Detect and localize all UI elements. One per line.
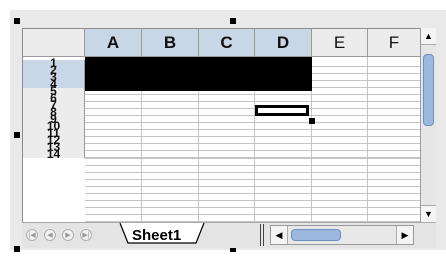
row-gridline	[85, 193, 421, 194]
sheet-tab[interactable]: Sheet1	[118, 223, 208, 247]
autofill-handle[interactable]	[309, 118, 315, 124]
vertical-scrollbar[interactable]: ▲ ▼	[420, 28, 436, 222]
column-gridline	[367, 57, 368, 223]
vertical-scroll-thumb[interactable]	[423, 54, 434, 126]
row-gridline	[85, 136, 421, 137]
row-gridline	[85, 108, 421, 109]
column-header-e[interactable]: E	[312, 29, 368, 57]
row-gridline	[85, 158, 421, 159]
arrow-right-icon[interactable]: ▶	[396, 226, 413, 244]
arrow-up-icon[interactable]: ▲	[421, 28, 436, 45]
sheet-tab-bar: |◀ ◀ ▶ ▶| Sheet1 ◀ ▶	[22, 222, 436, 248]
column-header-b[interactable]: B	[142, 29, 199, 57]
column-header-f[interactable]: F	[368, 29, 421, 57]
row-gridline	[85, 200, 421, 201]
arrow-down-icon[interactable]: ▼	[421, 205, 436, 222]
row-gridline	[85, 129, 421, 130]
resize-handle-top-left[interactable]	[14, 18, 20, 24]
column-header-d[interactable]: D	[255, 29, 312, 57]
row-gridline	[85, 143, 421, 144]
row-gridline	[85, 172, 421, 173]
column-header-a[interactable]: A	[85, 29, 142, 57]
row-gridline	[85, 214, 421, 215]
first-sheet-icon[interactable]: |◀	[26, 229, 38, 241]
resize-handle-left[interactable]	[14, 132, 20, 138]
prev-sheet-icon[interactable]: ◀	[44, 229, 56, 241]
row-gridline	[85, 115, 421, 116]
resize-handle-bottom-left[interactable]	[14, 246, 20, 252]
row-gridline	[85, 101, 421, 102]
horizontal-scroll-thumb[interactable]	[291, 229, 341, 241]
arrow-left-icon[interactable]: ◀	[271, 226, 288, 244]
row-header-14[interactable]: 14	[23, 148, 85, 160]
sheet-tab-label: Sheet1	[132, 227, 182, 244]
horizontal-scrollbar[interactable]: ◀ ▶	[270, 225, 414, 245]
row-gridline	[85, 207, 421, 208]
last-sheet-icon[interactable]: ▶|	[80, 229, 92, 241]
row-gridline	[85, 94, 421, 95]
select-all-corner[interactable]	[23, 29, 85, 57]
row-gridline	[85, 179, 421, 180]
selected-range[interactable]	[85, 57, 312, 91]
next-sheet-icon[interactable]: ▶	[62, 229, 74, 241]
cell-grid[interactable]: ABCDEF 1 2 3 4 5 6 7 8 9 10 11 12 13 14	[22, 28, 422, 224]
row-gridline	[85, 122, 421, 123]
tab-scroll-splitter[interactable]	[260, 224, 264, 246]
active-cell-inner-border	[257, 107, 307, 114]
row-gridline	[85, 150, 421, 151]
resize-handle-top[interactable]	[230, 18, 236, 24]
row-gridline	[85, 165, 421, 166]
column-header-c[interactable]: C	[199, 29, 255, 57]
row-gridline	[85, 186, 421, 187]
